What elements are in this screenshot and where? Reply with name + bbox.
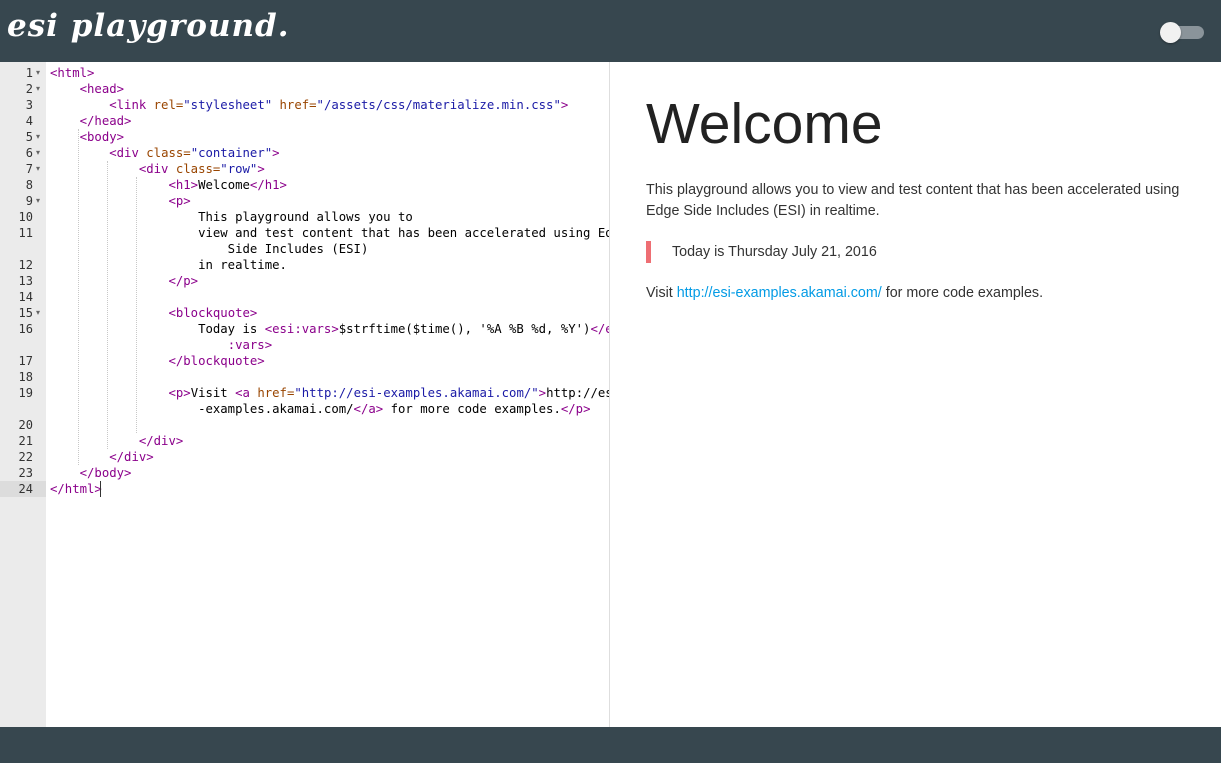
code-line[interactable]: -examples.akamai.com/</a> for more code … [50, 401, 590, 417]
gutter-line-11: 11 [0, 225, 46, 241]
examples-link[interactable]: http://esi-examples.akamai.com/ [677, 285, 882, 301]
preview-pane: Welcome This playground allows you to vi… [610, 62, 1221, 727]
code-line[interactable]: <p>Visit <a href="http://esi-examples.ak… [50, 385, 609, 401]
gutter-line-19: 19 [0, 385, 46, 401]
code-line[interactable]: </blockquote> [50, 353, 264, 369]
visit-prefix: Visit [646, 285, 677, 301]
line-number: 11 [18, 226, 33, 240]
preview-heading: Welcome [646, 92, 883, 156]
code-line[interactable]: </p> [50, 273, 198, 289]
fold-arrow-icon[interactable]: ▾ [36, 305, 40, 321]
line-number: 1 [25, 66, 33, 80]
gutter-line-17: 17 [0, 353, 46, 369]
gutter-line-16: 16 [0, 321, 46, 337]
fold-arrow-icon[interactable]: ▾ [36, 193, 40, 209]
toggle-knob[interactable] [1160, 22, 1181, 43]
gutter-line-23: 23 [0, 465, 46, 481]
preview-paragraph: This playground allows you to view and t… [646, 182, 1180, 219]
app-logo: esi playground. [7, 8, 290, 44]
code-line[interactable]: <h1>Welcome</h1> [50, 177, 286, 193]
theme-toggle-switch[interactable] [1160, 22, 1206, 43]
gutter-line-13: 13 [0, 273, 46, 289]
gutter-line-5: 5 ▾ [0, 129, 46, 145]
code-line[interactable]: <div class="container"> [50, 145, 279, 161]
gutter-line-7: 7 ▾ [0, 161, 46, 177]
gutter-line-2: 2 ▾ [0, 81, 46, 97]
code-line[interactable]: <div class="row"> [50, 161, 265, 177]
line-number: 9 [25, 194, 33, 208]
fold-arrow-icon[interactable]: ▾ [36, 65, 40, 81]
gutter-line-6: 6 ▾ [0, 145, 46, 161]
code-line[interactable]: </body> [50, 465, 132, 481]
line-number: 4 [25, 114, 33, 128]
indent-guide [78, 129, 79, 465]
gutter-line-21: 21 [0, 433, 46, 449]
code-line[interactable]: <blockquote> [50, 305, 257, 321]
line-number: 17 [18, 354, 33, 368]
line-number: 12 [18, 258, 33, 272]
indent-guide [136, 177, 137, 433]
top-app-bar: esi playground. [0, 0, 1221, 62]
line-number: 23 [18, 466, 33, 480]
code-line[interactable]: <p> [50, 193, 190, 209]
fold-arrow-icon[interactable]: ▾ [36, 161, 40, 177]
line-number: 13 [18, 274, 33, 288]
line-number: 24 [18, 482, 33, 496]
code-line[interactable]: </head> [50, 113, 132, 129]
line-number: 6 [25, 146, 33, 160]
code-line[interactable]: Today is <esi:vars>$strftime($time(), '%… [50, 321, 609, 337]
gutter-line-12: 12 [0, 257, 46, 273]
line-number: 21 [18, 434, 33, 448]
line-number-gutter: 1 ▾ 2 ▾ 3 4 5 ▾ 6 ▾ 7 ▾ 8 9 ▾ 10 11 12 13 14 15 ▾ 16 17 18 19 20 21… [0, 62, 46, 727]
code-line[interactable]: </div> [50, 433, 183, 449]
code-line[interactable]: <body> [50, 129, 124, 145]
line-number: 16 [18, 322, 33, 336]
gutter-line-22: 22 [0, 449, 46, 465]
code-line[interactable]: Side Includes (ESI) [50, 241, 369, 257]
line-number: 14 [18, 290, 33, 304]
fold-arrow-icon[interactable]: ▾ [36, 81, 40, 97]
code-area[interactable]: <html> <head> <link rel="stylesheet" hre… [50, 62, 609, 727]
code-line[interactable]: view and test content that has been acce… [50, 225, 609, 241]
code-line[interactable]: :vars> [50, 337, 272, 353]
line-number: 20 [18, 418, 33, 432]
line-number: 3 [25, 98, 33, 112]
code-line[interactable]: <head> [50, 81, 124, 97]
line-number: 8 [25, 178, 33, 192]
preview-blockquote: Today is Thursday July 21, 2016 [646, 241, 877, 263]
code-line[interactable]: in realtime. [50, 257, 287, 273]
gutter-line-10: 10 [0, 209, 46, 225]
gutter-line-8: 8 [0, 177, 46, 193]
gutter-line-15: 15 ▾ [0, 305, 46, 321]
code-line[interactable]: </div> [50, 449, 153, 465]
visit-suffix: for more code examples. [881, 285, 1044, 301]
code-line[interactable]: <html> [50, 65, 94, 81]
indent-guide [107, 161, 108, 449]
bottom-bar [0, 727, 1221, 763]
line-number: 5 [25, 130, 33, 144]
line-number: 7 [25, 162, 33, 176]
line-number: 15 [18, 306, 33, 320]
line-number: 22 [18, 450, 33, 464]
gutter-line-4: 4 [0, 113, 46, 129]
code-line[interactable]: <link rel="stylesheet" href="/assets/css… [50, 97, 568, 113]
gutter-line-3: 3 [0, 97, 46, 113]
line-number: 18 [18, 370, 33, 384]
gutter-line-9: 9 ▾ [0, 193, 46, 209]
line-number: 19 [18, 386, 33, 400]
code-line[interactable]: This playground allows you to [50, 209, 413, 225]
preview-visit-text: Visit http://esi-examples.akamai.com/ fo… [646, 283, 1043, 304]
fold-arrow-icon[interactable]: ▾ [36, 145, 40, 161]
code-line[interactable]: </html> [50, 481, 102, 497]
fold-arrow-icon[interactable]: ▾ [36, 129, 40, 145]
gutter-line-1: 1 ▾ [0, 65, 46, 81]
gutter-line-14: 14 [0, 289, 46, 305]
line-number: 2 [25, 82, 33, 96]
gutter-line-20: 20 [0, 417, 46, 433]
text-cursor [100, 481, 101, 497]
gutter-line-18: 18 [0, 369, 46, 385]
code-editor[interactable]: 1 ▾ 2 ▾ 3 4 5 ▾ 6 ▾ 7 ▾ 8 9 ▾ 10 11 12 13 14 15 ▾ 16 17 18 19 20 21… [0, 62, 609, 727]
line-number: 10 [18, 210, 33, 224]
gutter-line-24: 24 [0, 481, 46, 497]
